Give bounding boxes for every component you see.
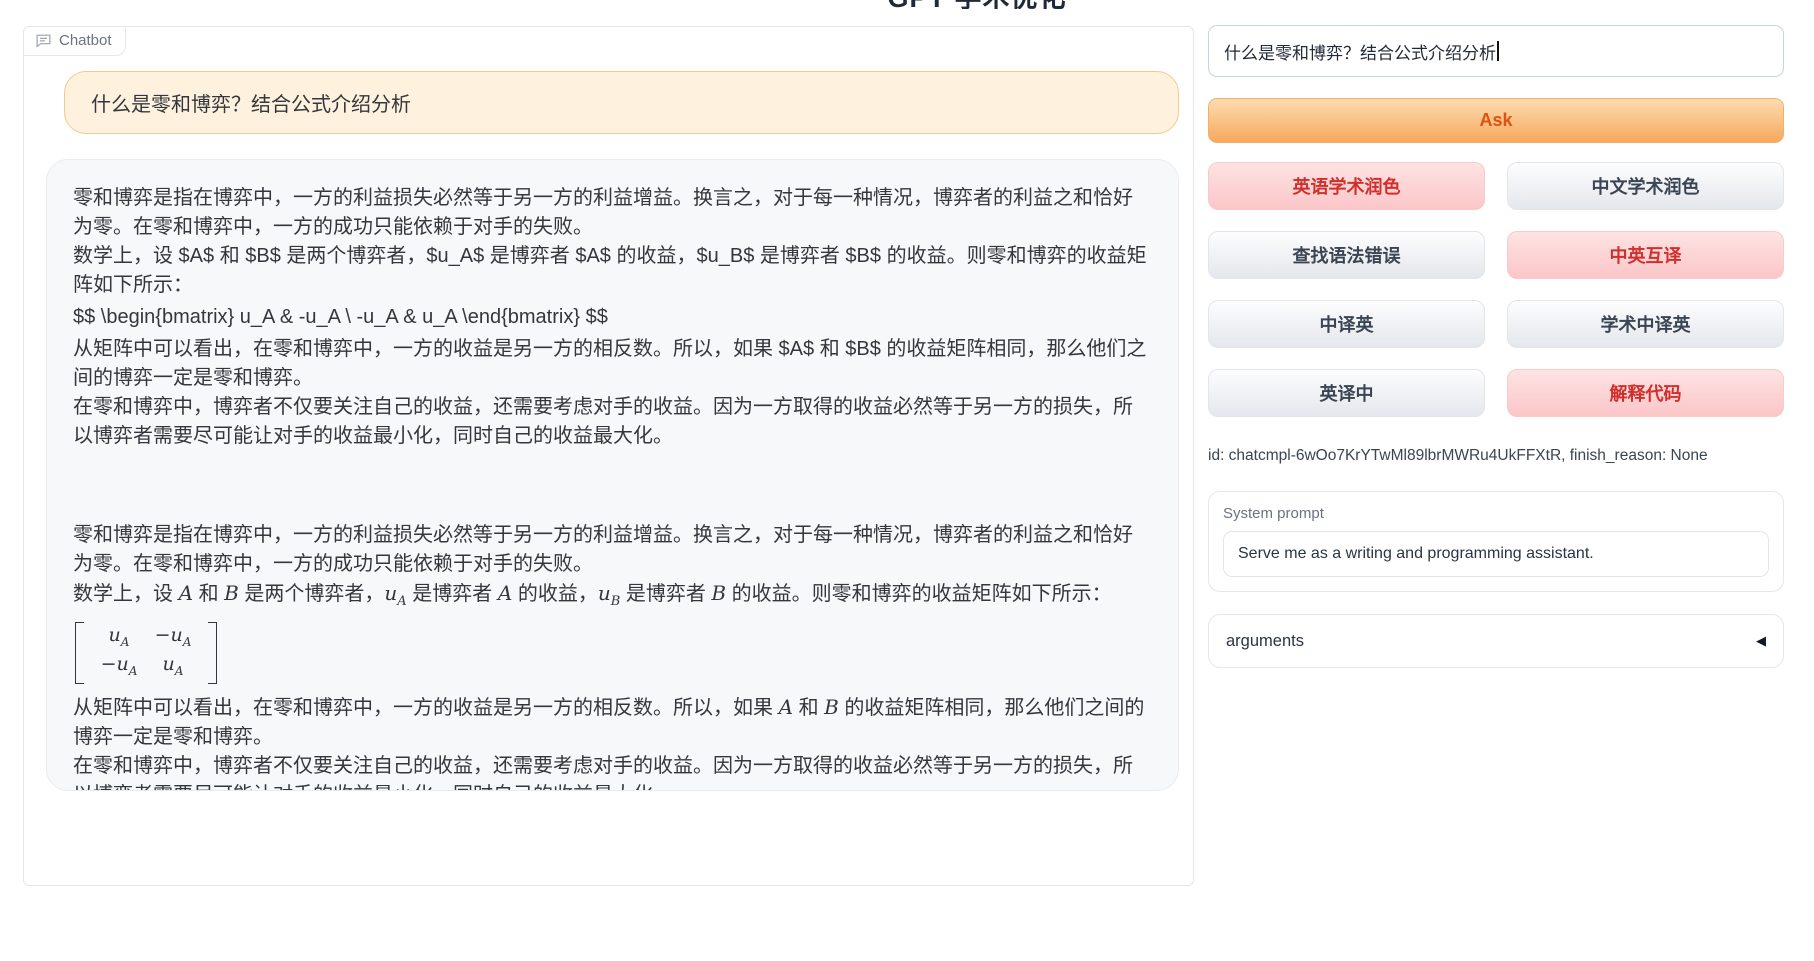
bot-message-raw-block: 零和博弈是指在博弈中，一方的利益损失必然等于另一方的利益增益。换言之，对于每一种…: [73, 184, 1152, 451]
system-prompt-input[interactable]: Serve me as a writing and programming as…: [1223, 531, 1769, 577]
bot-paragraph: 数学上，设 $A$ 和 $B$ 是两个博弈者，$u_A$ 是博弈者 $A$ 的收…: [73, 242, 1152, 300]
chat-bubble-icon: [35, 32, 52, 49]
system-prompt-label: System prompt: [1223, 505, 1769, 522]
bot-paragraph: 从矩阵中可以看出，在零和博弈中，一方的收益是另一方的相反数。所以，如果 $A$ …: [73, 335, 1152, 393]
matrix-formula: uA−uA−uAuA: [75, 622, 217, 684]
bot-paragraph: 在零和博弈中，博弈者不仅要关注自己的收益，还需要考虑对手的收益。因为一方取得的收…: [73, 393, 1152, 451]
matrix-cell: uA: [146, 653, 200, 682]
arguments-accordion[interactable]: arguments ◀: [1208, 614, 1784, 668]
bot-paragraph: 数学上，设 A 和 B 是两个博弈者，uA 是博弈者 A 的收益，uB 是博弈者…: [73, 579, 1152, 616]
block-gap: [73, 451, 1152, 521]
bot-paragraph: 零和博弈是指在博弈中，一方的利益损失必然等于另一方的利益增益。换言之，对于每一种…: [73, 521, 1152, 579]
bot-paragraph: 零和博弈是指在博弈中，一方的利益损失必然等于另一方的利益增益。换言之，对于每一种…: [73, 184, 1152, 242]
matrix-left-bracket: [75, 622, 84, 684]
function-button[interactable]: 中英互译: [1507, 231, 1784, 279]
function-button[interactable]: 查找语法错误: [1208, 231, 1485, 279]
function-button[interactable]: 中译英: [1208, 300, 1485, 348]
arguments-accordion-label: arguments: [1226, 632, 1304, 651]
matrix-cell: −uA: [92, 653, 146, 682]
matrix-right-bracket: [208, 622, 217, 684]
chatbot-panel: Chatbot 什么是零和博弈？结合公式介绍分析 零和博弈是指在博弈中，一方的利…: [23, 26, 1194, 886]
function-button[interactable]: 英译中: [1208, 369, 1485, 417]
system-prompt-value: Serve me as a writing and programming as…: [1238, 545, 1594, 563]
text-cursor: [1497, 41, 1499, 61]
matrix-cell: −uA: [146, 624, 200, 653]
matrix-row: uA−uA: [92, 624, 200, 653]
page-title: GPT 学术优化: [882, 0, 1072, 9]
user-message-text: 什么是零和博弈？结合公式介绍分析: [91, 88, 411, 117]
ask-button[interactable]: Ask: [1208, 98, 1784, 143]
function-button[interactable]: 中文学术润色: [1507, 162, 1784, 210]
system-prompt-group: System prompt Serve me as a writing and …: [1208, 491, 1784, 592]
status-line: id: chatcmpl-6wOo7KrYTwMl89lbrMWRu4UkFFX…: [1208, 447, 1784, 465]
matrix-row: −uAuA: [92, 653, 200, 682]
bot-paragraph: 从矩阵中可以看出，在零和博弈中，一方的收益是另一方的相反数。所以，如果 A 和 …: [73, 693, 1152, 752]
user-message-bubble: 什么是零和博弈？结合公式介绍分析: [64, 71, 1179, 134]
accordion-collapse-icon: ◀: [1756, 633, 1766, 649]
bot-message-rendered-block: 零和博弈是指在博弈中，一方的利益损失必然等于另一方的利益增益。换言之，对于每一种…: [73, 521, 1152, 791]
question-input-value: 什么是零和博弈？结合公式介绍分析: [1224, 39, 1496, 64]
bot-paragraph: 在零和博弈中，博弈者不仅要关注自己的收益，还需要考虑对手的收益。因为一方取得的收…: [73, 752, 1152, 791]
chatbot-label: Chatbot: [59, 32, 112, 49]
question-input[interactable]: 什么是零和博弈？结合公式介绍分析: [1208, 25, 1784, 77]
control-panel: 什么是零和博弈？结合公式介绍分析 Ask 英语学术润色中文学术润色查找语法错误中…: [1208, 25, 1784, 668]
matrix-cell: uA: [92, 624, 146, 653]
function-button[interactable]: 英语学术润色: [1208, 162, 1485, 210]
bot-message-bubble: 零和博弈是指在博弈中，一方的利益损失必然等于另一方的利益增益。换言之，对于每一种…: [46, 159, 1179, 791]
function-button[interactable]: 学术中译英: [1507, 300, 1784, 348]
bot-latex-line: $$ \begin{bmatrix} u_A & -u_A \ -u_A & u…: [73, 303, 1152, 332]
function-button-grid: 英语学术润色中文学术润色查找语法错误中英互译中译英学术中译英英译中解释代码: [1208, 162, 1784, 417]
chatbot-label-chip: Chatbot: [23, 26, 126, 56]
function-button[interactable]: 解释代码: [1507, 369, 1784, 417]
